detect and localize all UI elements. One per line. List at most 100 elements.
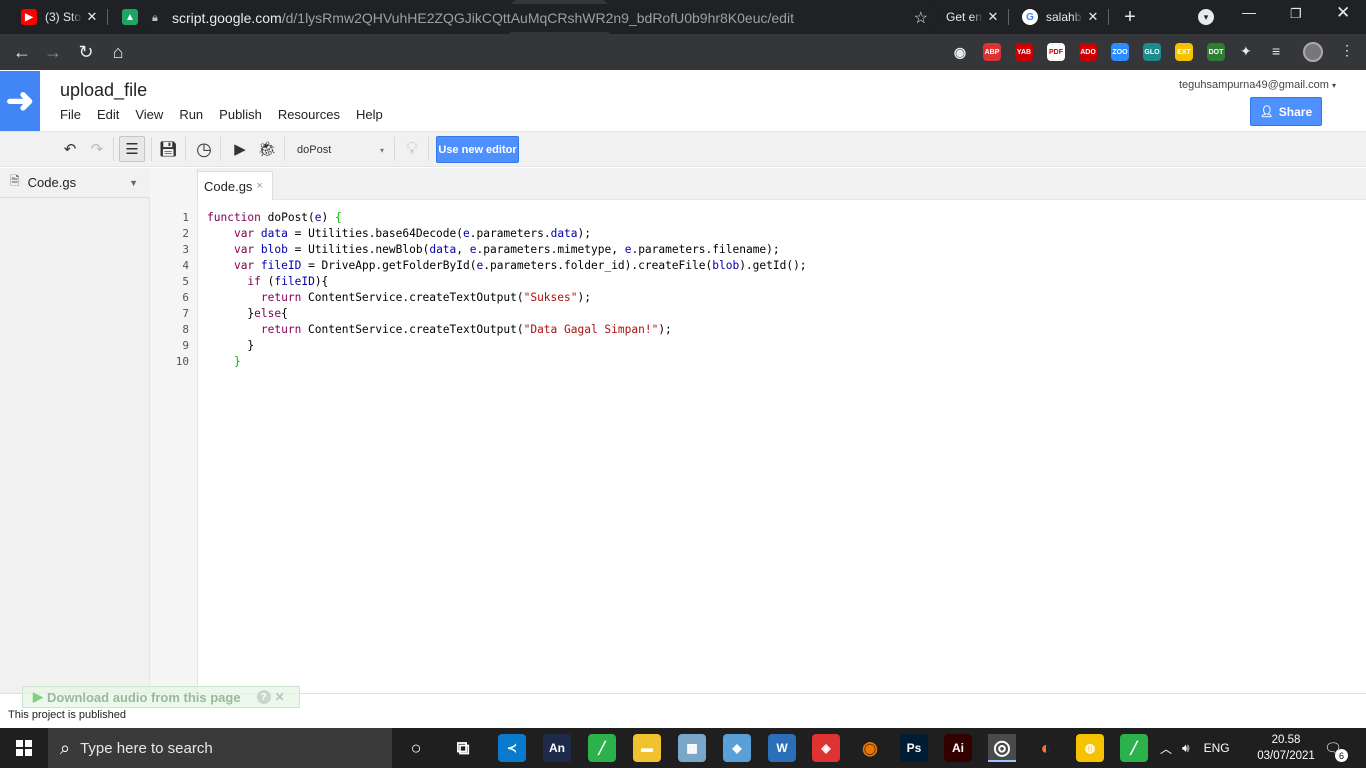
bookmark-star-icon[interactable]: ☆ [914, 8, 928, 28]
media-control-icon[interactable]: ≡ [1272, 43, 1288, 61]
account-email[interactable]: teguhsampurna49@gmail.com ▾ [1179, 79, 1336, 91]
volume-icon[interactable]: 🔊︎ [1182, 741, 1190, 756]
language-indicator[interactable]: ENG [1204, 741, 1230, 755]
use-new-editor-button[interactable]: Use new editor [436, 136, 519, 163]
chrome-icon[interactable]: ◎ [988, 734, 1016, 762]
eye-extension-icon[interactable]: ◉ [951, 43, 969, 61]
app-blue-icon[interactable]: ◆ [723, 734, 751, 762]
close-tab-icon[interactable]: ✕ [82, 9, 102, 25]
close-tab-icon[interactable]: ✕ [1083, 9, 1103, 25]
code-line[interactable]: if (fileID){ [207, 274, 328, 290]
code-line[interactable]: } [207, 354, 241, 370]
app-red-icon[interactable]: ◈ [812, 734, 840, 762]
close-tab-icon[interactable]: × [256, 180, 262, 192]
windows-start-button[interactable] [0, 728, 48, 768]
cortana-icon[interactable]: ○ [402, 734, 430, 762]
undo-icon[interactable]: ↶ [57, 136, 83, 162]
extension-adobe-icon[interactable]: ADO [1079, 43, 1097, 61]
chevron-up-icon[interactable]: ︿ [1160, 740, 1172, 757]
tab-code-gs[interactable]: Code.gs × [197, 171, 273, 200]
notification-icon[interactable]: 🗨︎ 6 [1322, 738, 1348, 762]
tab-search-icon[interactable]: ▾ [1198, 9, 1214, 25]
firefox-icon[interactable]: ◐ [1032, 734, 1060, 762]
people-icon: 👤︎ [1259, 106, 1274, 118]
status-text: This project is published [8, 709, 127, 721]
code-line[interactable]: }else{ [207, 306, 287, 322]
chevron-down-icon[interactable]: ▼ [129, 178, 138, 188]
indent-icon[interactable]: ☰ [119, 136, 145, 162]
forward-arrow-icon[interactable]: → [38, 34, 68, 70]
close-icon[interactable]: ✕ [275, 690, 285, 704]
extension-pdf-icon[interactable]: PDF [1047, 43, 1065, 61]
extension-zoom-icon[interactable]: ZOO [1111, 43, 1129, 61]
close-window-button[interactable]: ✕ [1336, 3, 1356, 27]
lightbulb-icon[interactable]: 💡︎ [399, 136, 425, 162]
vscode-icon[interactable]: ≺ [498, 734, 526, 762]
line-number: 3 [182, 243, 189, 256]
menu-help[interactable]: Help [356, 107, 383, 122]
project-title[interactable]: upload_file [60, 80, 147, 101]
browser-tab[interactable]: Gsalahb ✕ [1010, 0, 1109, 34]
address-bar[interactable]: 🔒︎ script.google.com/d/1lysRmw2QHVuhHE2Z… [142, 4, 940, 32]
menu-edit[interactable]: Edit [97, 107, 119, 122]
menu-run[interactable]: Run [179, 107, 203, 122]
file-item-code-gs[interactable]: 🗎︎ Code.gs ▼ [0, 168, 150, 198]
line-number: 2 [182, 227, 189, 240]
save-icon[interactable]: 💾︎ [155, 136, 181, 162]
help-icon[interactable]: ? [256, 690, 271, 704]
document-icon: 🗎︎ [10, 174, 20, 188]
extensions-puzzle-icon[interactable]: ✦ [1240, 43, 1256, 61]
back-arrow-icon[interactable]: ← [7, 34, 37, 70]
apps-script-logo[interactable]: ➜ [0, 71, 40, 131]
download-audio-bar[interactable]: ▶ Download audio from this page? ✕ [22, 686, 300, 708]
code-line[interactable]: function doPost(e) { [207, 210, 342, 226]
tab-title: Get en [946, 10, 983, 24]
animate-icon[interactable]: An [543, 734, 571, 762]
file-explorer-icon[interactable]: ▬ [633, 734, 661, 762]
menu-file[interactable]: File [60, 107, 81, 122]
browser-menu-icon[interactable]: ⋮ [1340, 42, 1354, 62]
close-tab-icon[interactable]: ✕ [983, 9, 1003, 25]
task-view-icon[interactable]: ⧉ [449, 734, 477, 762]
reload-icon[interactable]: ↻ [71, 34, 101, 70]
run-icon[interactable]: ▶ [227, 136, 253, 162]
taskbar-clock[interactable]: 20.58 03/07/2021 [1252, 732, 1320, 764]
browser-tab[interactable]: ▶ (3) Sto ✕ [9, 0, 108, 34]
extension-yab-icon[interactable]: YAB [1015, 43, 1033, 61]
function-select[interactable]: doPost ▾ [292, 140, 388, 160]
app-w-icon[interactable]: W [768, 734, 796, 762]
illustrator-icon[interactable]: Ai [944, 734, 972, 762]
lock-icon[interactable]: 🔒︎ [152, 12, 172, 25]
extension-ext-icon[interactable]: EXT [1175, 43, 1193, 61]
code-line[interactable]: return ContentService.createTextOutput("… [207, 322, 672, 338]
line-number: 7 [182, 307, 189, 320]
code-line[interactable]: var blob = Utilities.newBlob(data, e.par… [207, 242, 780, 258]
minimize-button[interactable]: — [1242, 4, 1262, 28]
extension-globe-icon[interactable]: GLO [1143, 43, 1161, 61]
code-line[interactable]: } [207, 338, 254, 354]
menu-publish[interactable]: Publish [219, 107, 262, 122]
menu-view[interactable]: View [135, 107, 163, 122]
photoshop-icon[interactable]: Ps [900, 734, 928, 762]
extension-abp-icon[interactable]: ABP [983, 43, 1001, 61]
extension-dot-icon[interactable]: DOT [1207, 43, 1225, 61]
restore-button[interactable]: ❐ [1290, 6, 1310, 26]
app-green-icon[interactable]: ╱ [588, 734, 616, 762]
code-line[interactable]: var data = Utilities.base64Decode(e.para… [207, 226, 591, 242]
app-green2-icon[interactable]: ╱ [1120, 734, 1148, 762]
blender-icon[interactable]: ◉ [856, 734, 884, 762]
redo-icon[interactable]: ↷ [84, 136, 110, 162]
code-line[interactable]: var fileID = DriveApp.getFolderById(e.pa… [207, 258, 807, 274]
code-line[interactable]: return ContentService.createTextOutput("… [207, 290, 591, 306]
menu-resources[interactable]: Resources [278, 107, 340, 122]
photos-icon[interactable]: ▩ [678, 734, 706, 762]
tab-title: salahb [1046, 10, 1082, 24]
debug-bug-icon[interactable]: 🐞︎ [254, 136, 280, 162]
app-yellow-icon[interactable]: ◍ [1076, 734, 1104, 762]
triggers-clock-icon[interactable]: ◷ [191, 136, 217, 162]
home-icon[interactable]: ⌂ [103, 34, 133, 70]
share-button[interactable]: 👤︎ Share [1250, 97, 1322, 126]
profile-avatar[interactable] [1303, 42, 1323, 62]
new-tab-button[interactable]: + [1118, 4, 1142, 30]
taskbar-search[interactable]: ⌕ Type here to search [48, 728, 392, 768]
